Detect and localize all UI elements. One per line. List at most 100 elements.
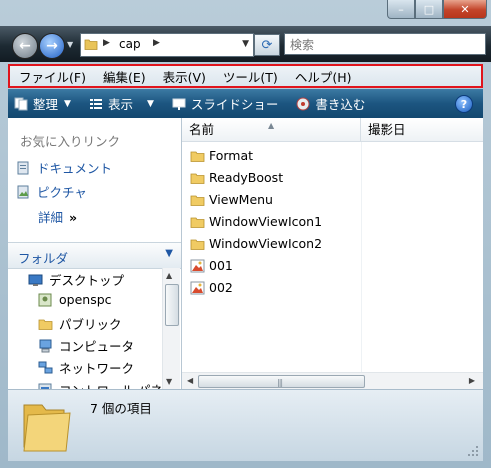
refresh-button[interactable]: ⟳ (254, 34, 280, 56)
organize-icon (14, 97, 28, 110)
details-pane: 7 個の項目 (8, 389, 483, 461)
menu-tools[interactable]: ツール(T) (214, 67, 286, 86)
navigation-pane: お気に入りリンク ドキュメント ピクチャ 詳細 » フォルダ ▼ デスクトップ o… (8, 118, 182, 389)
breadcrumb-chevron-icon[interactable]: ▶ (153, 38, 160, 48)
explorer-window: – □ ✕ ← → ▼ ▶ cap ▶ ▼ ⟳ 検索 ファイル(F) 編集(E)… (0, 0, 491, 468)
menu-edit[interactable]: 編集(E) (94, 67, 154, 86)
favorite-link-label: ピクチャ (37, 185, 87, 200)
tree-item-desktop[interactable]: デスクトップ (28, 270, 124, 289)
more-links[interactable]: 詳細 » (38, 207, 77, 226)
organize-button[interactable]: 整理 ▼ (8, 94, 71, 113)
maximize-button[interactable]: □ (415, 0, 443, 19)
views-icon (89, 98, 102, 109)
list-item[interactable]: WindowViewIcon1 (190, 214, 322, 229)
list-item[interactable]: ReadyBoost (190, 170, 283, 185)
favorite-link-pictures[interactable]: ピクチャ (17, 182, 87, 201)
slideshow-button[interactable]: スライドショー (166, 94, 279, 113)
address-dropdown-icon[interactable]: ▼ (242, 39, 249, 49)
file-name: 001 (209, 258, 233, 273)
chevron-down-icon: ▼ (64, 98, 71, 109)
tree-item-computer[interactable]: コンピュータ (38, 336, 134, 355)
scroll-down-icon[interactable]: ▼ (166, 377, 172, 386)
file-name: WindowViewIcon1 (209, 214, 323, 229)
breadcrumb-chevron-icon[interactable]: ▶ (103, 38, 110, 48)
sort-ascending-icon: ▲ (268, 121, 275, 130)
folder-icon (38, 319, 53, 330)
column-header-date-taken[interactable]: 撮影日 (361, 118, 483, 142)
caption-buttons: – □ ✕ (387, 0, 487, 19)
favorite-links-title: お気に入りリンク (20, 134, 121, 149)
burn-button[interactable]: 書き込む (290, 94, 365, 113)
help-icon[interactable]: ? (455, 95, 473, 113)
favorite-link-documents[interactable]: ドキュメント (17, 158, 112, 177)
computer-icon (39, 339, 52, 352)
list-item[interactable]: Format (190, 148, 253, 163)
tree-item-network[interactable]: ネットワーク (38, 358, 134, 377)
scrollbar-thumb[interactable]: ||| (198, 375, 365, 388)
file-name: ViewMenu (209, 192, 273, 207)
close-button[interactable]: ✕ (443, 0, 487, 19)
command-bar: 整理 ▼ 表示 ▼ スライドショー 書き込む ? (8, 89, 483, 118)
tree-item-label: openspc (59, 292, 112, 307)
minimize-button[interactable]: – (387, 0, 415, 19)
large-folder-icon (23, 404, 71, 452)
scrollbar-thumb[interactable] (165, 284, 179, 326)
tree-item-openspc[interactable]: openspc (38, 292, 112, 307)
folder-icon (190, 151, 205, 162)
file-list-horizontal-scrollbar[interactable]: ◀ ||| ▶ (182, 372, 483, 389)
column-header-label: 名前 (189, 122, 215, 137)
menu-view[interactable]: 表示(V) (154, 67, 214, 86)
tree-item-public[interactable]: パブリック (38, 314, 122, 333)
column-header-label: 撮影日 (368, 122, 406, 137)
grip-icon: ||| (277, 378, 283, 387)
list-item[interactable]: 001 (190, 258, 233, 273)
double-chevron-icon: » (69, 210, 78, 225)
recent-pages-dropdown[interactable]: ▼ (67, 40, 73, 49)
forward-button[interactable]: → (39, 33, 65, 59)
tree-item-label: パブリック (59, 317, 122, 332)
column-header-name[interactable]: ▲ 名前 (182, 118, 361, 142)
list-item[interactable]: ViewMenu (190, 192, 273, 207)
breadcrumb-cap[interactable]: cap (119, 37, 141, 51)
tree-item-control-panel[interactable]: コントロール パネル (38, 380, 175, 389)
menu-file[interactable]: ファイル(F) (10, 67, 94, 86)
documents-icon (17, 161, 29, 174)
folder-icon (190, 173, 205, 184)
refresh-icon: ⟳ (261, 37, 273, 53)
file-name: 002 (209, 280, 233, 295)
menu-bar: ファイル(F) 編集(E) 表示(V) ツール(T) ヘルプ(H) (8, 64, 483, 88)
image-file-icon (190, 259, 205, 272)
resize-grip-icon[interactable] (467, 445, 479, 457)
scroll-right-icon[interactable]: ▶ (469, 376, 475, 385)
burn-label: 書き込む (315, 97, 366, 112)
menu-help[interactable]: ヘルプ(H) (286, 67, 360, 86)
burn-disc-icon (296, 97, 310, 110)
back-arrow-icon: ← (19, 38, 31, 54)
folder-icon (84, 39, 98, 50)
pictures-icon (17, 185, 29, 198)
slideshow-label: スライドショー (190, 97, 279, 112)
file-name: Format (209, 148, 254, 163)
list-item[interactable]: 002 (190, 280, 233, 295)
views-label: 表示 (107, 97, 133, 112)
file-name: ReadyBoost (209, 170, 284, 185)
address-bar[interactable]: ▶ cap ▶ ▼ (80, 33, 254, 57)
views-button[interactable]: 表示 ▼ (83, 94, 154, 113)
scroll-left-icon[interactable]: ◀ (187, 376, 193, 385)
column-divider (361, 142, 362, 374)
folder-icon (190, 217, 205, 228)
search-input[interactable]: 検索 (284, 33, 486, 55)
tree-item-label: コンピュータ (59, 339, 135, 354)
folder-icon (190, 239, 205, 250)
scroll-up-icon[interactable]: ▲ (166, 271, 172, 280)
folder-tree-scrollbar[interactable]: ▲ ▼ (162, 268, 180, 389)
back-button[interactable]: ← (12, 33, 38, 59)
folders-header[interactable]: フォルダ ▼ (8, 242, 181, 269)
favorite-link-label: ドキュメント (37, 161, 113, 176)
list-item[interactable]: WindowViewIcon2 (190, 236, 322, 251)
forward-arrow-icon: → (46, 38, 58, 54)
more-label: 詳細 (38, 210, 64, 225)
item-count: 7 個の項目 (90, 401, 152, 416)
user-folder-icon (38, 293, 52, 306)
slideshow-icon (172, 98, 186, 110)
